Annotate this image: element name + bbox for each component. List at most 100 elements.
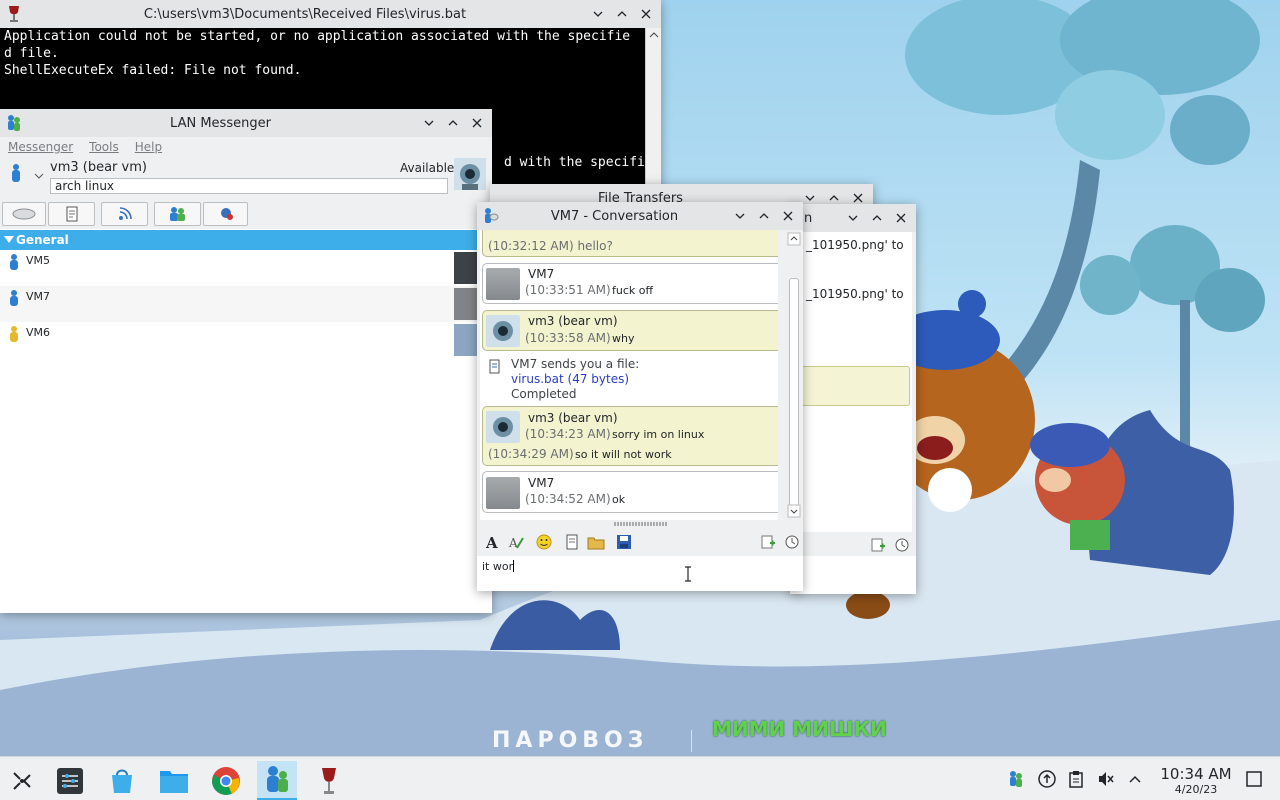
maximize-button[interactable] xyxy=(753,205,775,227)
status-person-icon[interactable] xyxy=(10,163,22,186)
lan-messenger-app-icon xyxy=(5,114,23,132)
message-line: (10:32:12 AM) hello? xyxy=(488,239,613,253)
user-online-icon xyxy=(8,289,20,310)
message-time: (10:34:23 AM) xyxy=(525,427,611,441)
scroll-up-icon[interactable] xyxy=(787,232,801,246)
wine-glass-icon xyxy=(5,5,23,23)
scroll-up-icon[interactable] xyxy=(646,28,662,42)
group-users-icon xyxy=(169,207,185,221)
attachment-icon[interactable] xyxy=(870,537,886,556)
contact-avatar xyxy=(486,477,520,509)
contact-avatar xyxy=(454,288,478,320)
message-bubble: (10:32:12 AM) hello? xyxy=(482,230,778,257)
terminal-titlebar[interactable]: C:\users\vm3\Documents\Received Files\vi… xyxy=(0,0,661,28)
volume-muted-icon[interactable] xyxy=(1096,769,1116,789)
background-conversation-titlebar[interactable]: n xyxy=(790,204,916,232)
save-icon[interactable] xyxy=(614,532,634,552)
splitter-handle[interactable] xyxy=(614,520,667,526)
history-icon[interactable] xyxy=(782,532,802,552)
menu-tools[interactable]: Tools xyxy=(89,140,119,154)
digital-clock[interactable]: 10:34 AM 4/20/23 xyxy=(1148,765,1244,797)
clock-time: 10:34 AM xyxy=(1160,765,1232,783)
chrome-browser-icon[interactable] xyxy=(206,761,246,800)
message-bubble: VM7 (10:34:52 AM) ok xyxy=(482,471,778,513)
file-link[interactable]: virus.bat (47 bytes) xyxy=(511,372,629,386)
network-settings-button[interactable] xyxy=(203,202,248,226)
lan-messenger-titlebar[interactable]: LAN Messenger xyxy=(0,109,492,137)
menu-help[interactable]: Help xyxy=(135,140,162,154)
menu-bar: Messenger Tools Help xyxy=(0,137,492,157)
show-hidden-icons-chevron-icon[interactable] xyxy=(1125,769,1145,789)
background-conversation-window[interactable]: n _101950.png' to _101950.png' to xyxy=(790,204,916,594)
clock-date: 4/20/23 xyxy=(1174,783,1218,796)
file-transfer-notice: VM7 sends you a file: virus.bat (47 byte… xyxy=(488,355,768,403)
network-icon xyxy=(220,208,233,220)
menu-messenger[interactable]: Messenger xyxy=(8,140,73,154)
wine-task-icon[interactable] xyxy=(309,761,349,800)
application-launcher-icon[interactable] xyxy=(2,761,42,800)
user-avatar[interactable] xyxy=(454,158,486,190)
lan-messenger-window[interactable]: LAN Messenger Messenger Tools Help vm3 (… xyxy=(0,109,492,613)
maximize-button[interactable] xyxy=(442,112,464,134)
file-manager-icon[interactable] xyxy=(154,761,194,800)
minimize-button[interactable] xyxy=(418,112,440,134)
background-message-input[interactable] xyxy=(790,556,916,594)
update-icon[interactable] xyxy=(1037,769,1057,789)
conversation-titlebar[interactable]: VM7 - Conversation xyxy=(477,202,803,230)
minimize-button[interactable] xyxy=(842,207,864,229)
message-bubble: vm3 (bear vm) (10:33:58 AM) why xyxy=(482,310,778,351)
contact-item-vm5[interactable]: VM5 xyxy=(0,250,478,286)
font-icon[interactable]: A xyxy=(482,532,502,552)
group-chat-button[interactable] xyxy=(154,202,201,226)
maximize-button[interactable] xyxy=(866,207,888,229)
minimize-button[interactable] xyxy=(729,205,751,227)
scroll-thumb[interactable] xyxy=(789,278,799,506)
attachment-icon[interactable] xyxy=(758,532,778,552)
contact-avatar xyxy=(486,268,520,300)
close-button[interactable] xyxy=(635,3,657,25)
scroll-down-icon[interactable] xyxy=(787,504,801,518)
broadcast-button[interactable] xyxy=(101,202,148,226)
lan-messenger-task-icon[interactable] xyxy=(257,761,297,800)
ibeam-cursor-icon xyxy=(685,566,691,582)
send-file-icon[interactable] xyxy=(562,532,582,552)
contact-item-vm7[interactable]: VM7 xyxy=(0,286,478,322)
file-status: Completed xyxy=(511,387,577,401)
minimize-button[interactable] xyxy=(587,3,609,25)
close-button[interactable] xyxy=(777,205,799,227)
expand-triangle-icon[interactable] xyxy=(4,236,14,243)
chat-bubble-icon xyxy=(12,208,36,220)
chat-history[interactable]: (10:32:12 AM) hello? VM7 (10:33:51 AM) f… xyxy=(480,230,778,520)
close-button[interactable] xyxy=(466,112,488,134)
status-note-input[interactable]: arch linux xyxy=(50,178,448,194)
close-button[interactable] xyxy=(890,207,912,229)
show-desktop-icon[interactable] xyxy=(1244,769,1264,789)
transfer-list: _101950.png' to _101950.png' to xyxy=(790,232,912,532)
message-text: so it will not work xyxy=(575,448,672,461)
status-chevron-down-icon[interactable] xyxy=(34,169,44,183)
smiley-icon[interactable] xyxy=(534,532,554,552)
contact-item-vm6[interactable]: VM6 xyxy=(0,322,478,358)
system-settings-icon[interactable] xyxy=(50,761,90,800)
file-notice-text: VM7 sends you a file: xyxy=(511,357,640,371)
history-icon[interactable] xyxy=(894,537,910,556)
message-bubble: vm3 (bear vm) (10:34:23 AM) sorry im on … xyxy=(482,406,778,466)
highlighted-message xyxy=(790,366,910,406)
message-input[interactable]: it wor xyxy=(477,556,803,591)
lan-messenger-tray-icon[interactable] xyxy=(1006,769,1026,789)
chat-scrollbar[interactable] xyxy=(786,230,802,521)
contact-name: VM6 xyxy=(26,326,51,339)
user-status[interactable]: Available xyxy=(400,161,454,175)
contact-group-general[interactable]: General xyxy=(0,230,478,250)
maximize-button[interactable] xyxy=(611,3,633,25)
font-color-icon[interactable]: A xyxy=(506,532,526,552)
send-file-button[interactable] xyxy=(48,202,95,226)
clipboard-icon[interactable] xyxy=(1066,769,1086,789)
user-avatar xyxy=(486,411,520,443)
message-text: why xyxy=(612,332,635,345)
discover-store-icon[interactable] xyxy=(102,761,142,800)
chat-button[interactable] xyxy=(2,202,46,226)
send-folder-icon[interactable] xyxy=(586,532,606,552)
terminal-scrollbar[interactable] xyxy=(645,28,661,200)
conversation-window[interactable]: VM7 - Conversation (10:32:12 AM) hello? … xyxy=(477,202,803,591)
